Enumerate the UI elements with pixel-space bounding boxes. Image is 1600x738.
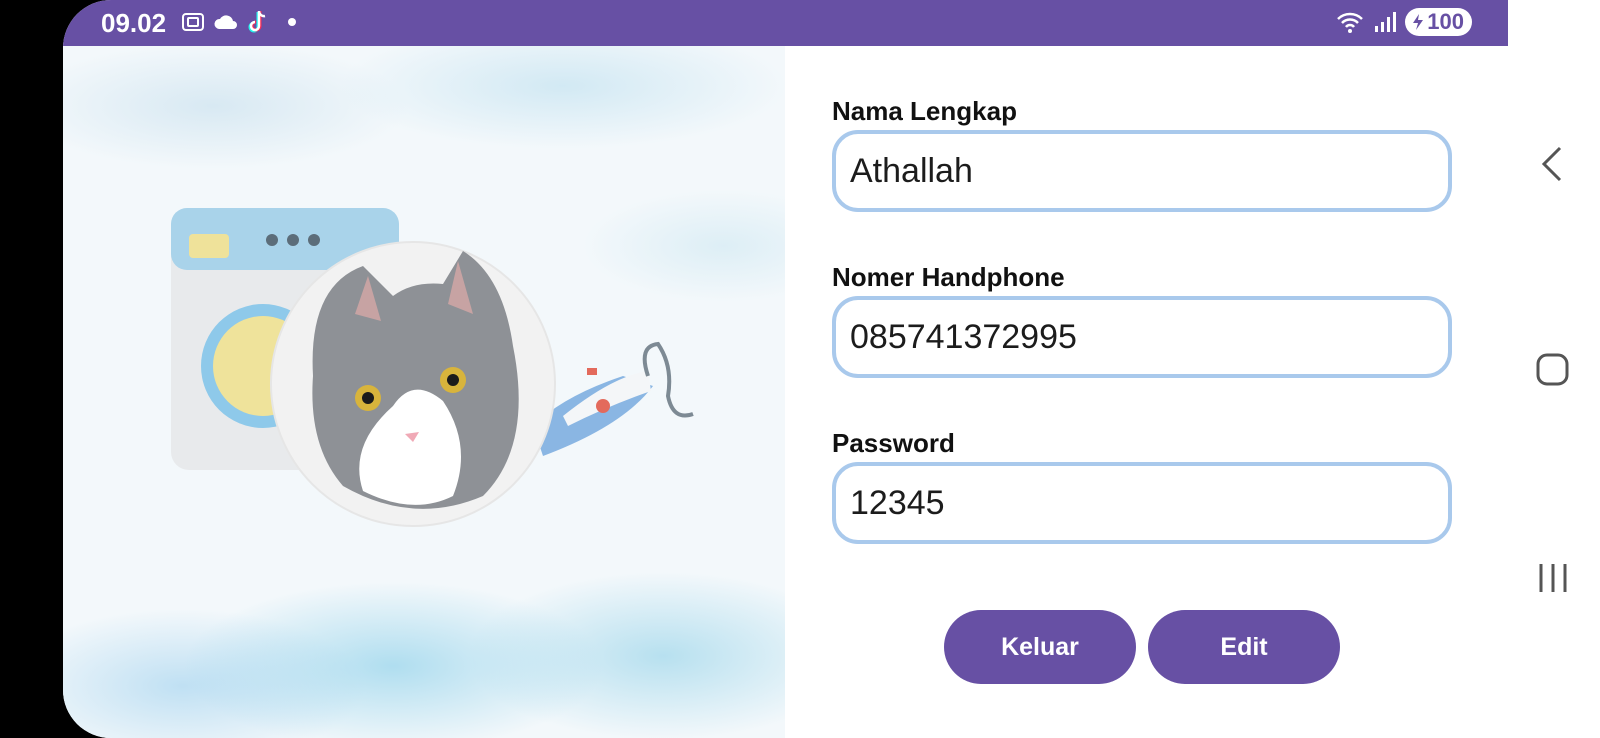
app-screen: 09.02 100 Nama Lengkap Athallah Nomer Ha… xyxy=(63,0,1508,738)
password-field[interactable]: 12345 xyxy=(832,462,1452,544)
name-label: Nama Lengkap xyxy=(832,96,1017,126)
avatar xyxy=(270,241,556,527)
battery-level: 100 xyxy=(1427,9,1464,34)
cloud-icon xyxy=(214,15,237,29)
status-time: 09.02 xyxy=(101,8,167,38)
edit-button[interactable]: Edit xyxy=(1148,610,1340,684)
password-label: Password xyxy=(832,428,955,458)
profile-form: Nama Lengkap Athallah Nomer Handphone 08… xyxy=(785,46,1508,738)
wifi-icon xyxy=(1337,12,1364,33)
logout-button[interactable]: Keluar xyxy=(944,610,1136,684)
iron-icon xyxy=(533,341,694,456)
navigation-bar xyxy=(1508,0,1600,738)
signal-icon xyxy=(1375,12,1397,32)
status-bar: 09.02 100 xyxy=(63,0,1508,46)
battery-icon: 100 xyxy=(1405,8,1472,36)
name-field[interactable]: Athallah xyxy=(832,130,1452,212)
back-icon[interactable] xyxy=(1538,144,1568,184)
recent-apps-icon[interactable] xyxy=(1536,560,1570,596)
tiktok-icon xyxy=(248,10,266,33)
laundry-illustration xyxy=(171,208,694,527)
notification-dot-icon xyxy=(288,18,296,26)
illustration-panel xyxy=(63,46,785,738)
screenshot-icon xyxy=(182,13,204,31)
status-left-icons xyxy=(181,9,299,35)
home-icon[interactable] xyxy=(1535,352,1571,388)
phone-field[interactable]: 085741372995 xyxy=(832,296,1452,378)
status-right-icons: 100 xyxy=(1335,8,1472,36)
phone-label: Nomer Handphone xyxy=(832,262,1065,292)
